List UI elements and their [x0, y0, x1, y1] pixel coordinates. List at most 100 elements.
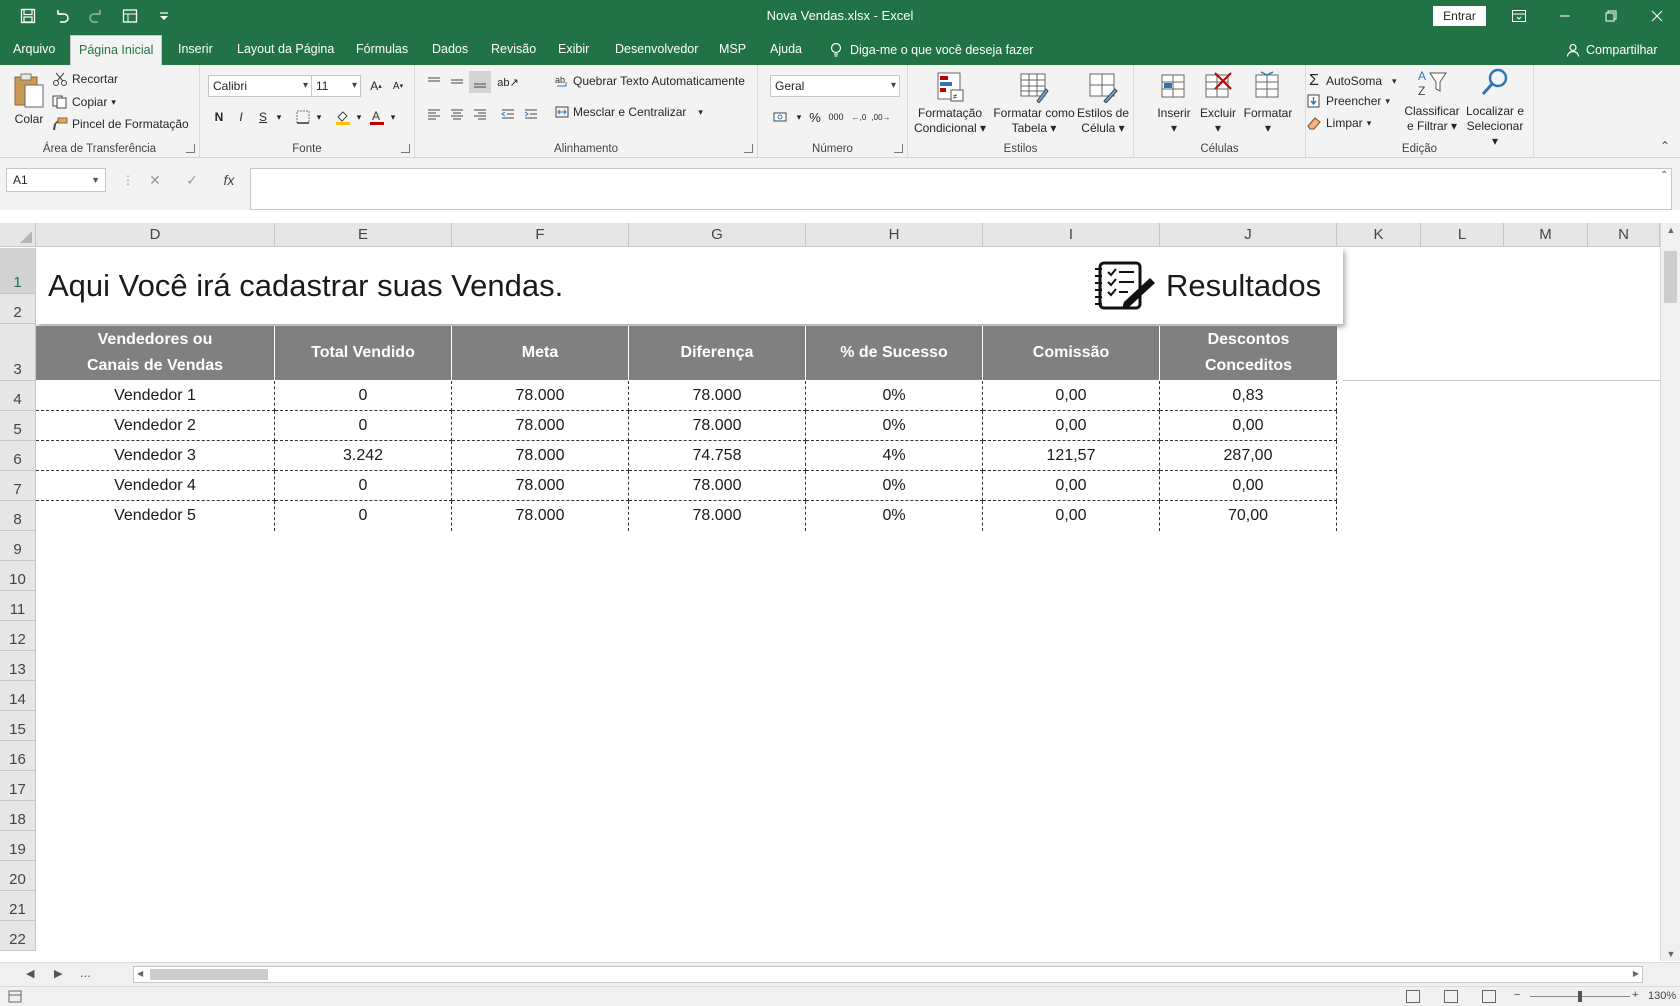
previous-sheet-icon[interactable]: ◀ — [26, 967, 34, 980]
column-header-n[interactable]: N — [1588, 223, 1660, 247]
merge-dropdown-icon[interactable]: ▾ — [698, 107, 703, 118]
column-header-k[interactable]: K — [1337, 223, 1421, 247]
wrap-text-button[interactable]: ab Quebrar Texto Automaticamente — [555, 74, 745, 88]
vertical-scrollbar[interactable]: ▲ ▼ — [1660, 223, 1680, 961]
tab-page-layout[interactable]: Layout da Página — [229, 35, 342, 65]
table-cell[interactable]: 0,00 — [983, 411, 1160, 441]
column-header-e[interactable]: E — [275, 223, 452, 247]
align-left-icon[interactable] — [423, 103, 445, 125]
autosum-button[interactable]: Σ AutoSoma ▾ — [1306, 72, 1397, 90]
ribbon-display-options-icon[interactable] — [1496, 0, 1542, 31]
sign-in-button[interactable]: Entrar — [1433, 6, 1486, 26]
row-header-8[interactable]: 8 — [0, 501, 36, 531]
align-middle-icon[interactable] — [446, 71, 468, 93]
increase-decimal-icon[interactable]: ←,0 — [848, 106, 870, 128]
decrease-font-icon[interactable]: A ▾ — [387, 75, 409, 97]
table-cell[interactable]: 0,00 — [983, 501, 1160, 531]
column-header-h[interactable]: H — [806, 223, 983, 247]
cancel-formula-icon[interactable]: ✕ — [143, 170, 167, 190]
row-header-10[interactable]: 10 — [0, 561, 36, 591]
more-sheets-button[interactable]: ... — [80, 965, 91, 980]
table-cell[interactable]: 0% — [806, 471, 983, 501]
table-cell[interactable]: Vendedor 4 — [36, 471, 275, 501]
table-cell[interactable]: 78.000 — [452, 411, 629, 441]
tab-view[interactable]: Exibir — [550, 35, 597, 65]
table-cell[interactable]: 0% — [806, 381, 983, 411]
copy-dropdown-icon[interactable]: ▾ — [111, 97, 116, 108]
comma-style-icon[interactable]: 000 — [825, 106, 847, 128]
header-cell-sellers[interactable]: Vendedores ou Canais de Vendas — [36, 326, 275, 380]
align-right-icon[interactable] — [469, 103, 491, 125]
insert-function-button[interactable]: fx — [217, 170, 241, 190]
cell-styles-button[interactable]: Estilos de Célula ▾ — [1074, 71, 1132, 136]
share-button[interactable]: Compartilhar — [1566, 35, 1658, 65]
horizontal-scrollbar[interactable]: ◀ ▶ — [133, 966, 1643, 983]
header-cell-total-sold[interactable]: Total Vendido — [275, 326, 452, 380]
row-header-1[interactable]: 1 — [0, 248, 36, 294]
table-cell[interactable]: 0 — [275, 411, 452, 441]
row-header-16[interactable]: 16 — [0, 741, 36, 771]
formula-input[interactable] — [250, 168, 1672, 210]
normal-view-icon[interactable] — [1406, 990, 1420, 1003]
zoom-slider-knob[interactable] — [1578, 991, 1582, 1002]
scroll-right-icon[interactable]: ▶ — [1633, 969, 1639, 978]
page-break-view-icon[interactable] — [1482, 990, 1496, 1003]
row-header-17[interactable]: 17 — [0, 771, 36, 801]
column-header-j[interactable]: J — [1160, 223, 1337, 247]
row-header-13[interactable]: 13 — [0, 651, 36, 681]
worksheet-grid[interactable]: Aqui Você irá cadastrar suas Vendas. Res… — [36, 248, 1660, 960]
table-cell[interactable]: 78.000 — [452, 471, 629, 501]
increase-font-icon[interactable]: A ▴ — [365, 75, 387, 97]
column-header-f[interactable]: F — [452, 223, 629, 247]
increase-indent-icon[interactable] — [520, 103, 542, 125]
select-all-button[interactable] — [0, 223, 36, 247]
table-cell[interactable]: 0 — [275, 381, 452, 411]
zoom-level[interactable]: 130% — [1648, 990, 1676, 1002]
find-select-button[interactable]: Localizar e Selecionar ▾ — [1462, 67, 1528, 149]
insert-cells-button[interactable]: Inserir ▾ — [1152, 71, 1196, 136]
tell-me-search[interactable]: Diga-me o que você deseja fazer — [830, 35, 1033, 65]
tab-insert[interactable]: Inserir — [170, 35, 221, 65]
row-header-12[interactable]: 12 — [0, 621, 36, 651]
fill-button[interactable]: Preencher ▾ — [1306, 94, 1390, 108]
table-cell[interactable]: 78.000 — [452, 381, 629, 411]
tab-developer[interactable]: Desenvolvedor — [607, 35, 706, 65]
row-header-9[interactable]: 9 — [0, 531, 36, 561]
row-header-15[interactable]: 15 — [0, 711, 36, 741]
underline-dropdown-icon[interactable]: ▾ — [268, 106, 290, 128]
header-cell-commission[interactable]: Comissão — [983, 326, 1160, 380]
orientation-icon[interactable]: ab↗ — [497, 71, 519, 93]
column-header-g[interactable]: G — [629, 223, 806, 247]
table-cell[interactable]: Vendedor 5 — [36, 501, 275, 531]
copy-button[interactable]: Copiar ▾ — [52, 95, 116, 109]
table-cell[interactable]: 0 — [275, 501, 452, 531]
header-cell-goal[interactable]: Meta — [452, 326, 629, 380]
table-cell[interactable]: 78.000 — [629, 501, 806, 531]
horizontal-scroll-thumb[interactable] — [150, 969, 268, 980]
close-icon[interactable] — [1634, 0, 1680, 31]
table-cell[interactable]: 70,00 — [1160, 501, 1337, 531]
table-cell[interactable]: 0,00 — [1160, 411, 1337, 441]
table-cell[interactable]: 78.000 — [452, 441, 629, 471]
row-header-11[interactable]: 11 — [0, 591, 36, 621]
row-header-18[interactable]: 18 — [0, 801, 36, 831]
font-size-select[interactable]: 11 ▾ — [311, 75, 361, 97]
autosum-dropdown-icon[interactable]: ▾ — [1392, 76, 1397, 87]
row-header-22[interactable]: 22 — [0, 921, 36, 951]
merge-center-button[interactable]: Mesclar e Centralizar ▾ — [555, 105, 703, 119]
minimize-icon[interactable] — [1542, 0, 1588, 31]
table-cell[interactable]: 0 — [275, 471, 452, 501]
expand-formula-bar-icon[interactable]: ⌃ — [1660, 170, 1668, 181]
tab-data[interactable]: Dados — [424, 35, 476, 65]
decrease-indent-icon[interactable] — [497, 103, 519, 125]
row-header-19[interactable]: 19 — [0, 831, 36, 861]
row-header-5[interactable]: 5 — [0, 411, 36, 441]
save-icon[interactable] — [18, 6, 38, 26]
font-launcher-icon[interactable] — [401, 144, 410, 153]
column-header-i[interactable]: I — [983, 223, 1160, 247]
scroll-up-icon[interactable]: ▲ — [1661, 225, 1680, 235]
form-icon[interactable] — [120, 6, 140, 26]
table-cell[interactable]: 0% — [806, 411, 983, 441]
row-header-21[interactable]: 21 — [0, 891, 36, 921]
table-cell[interactable]: Vendedor 3 — [36, 441, 275, 471]
